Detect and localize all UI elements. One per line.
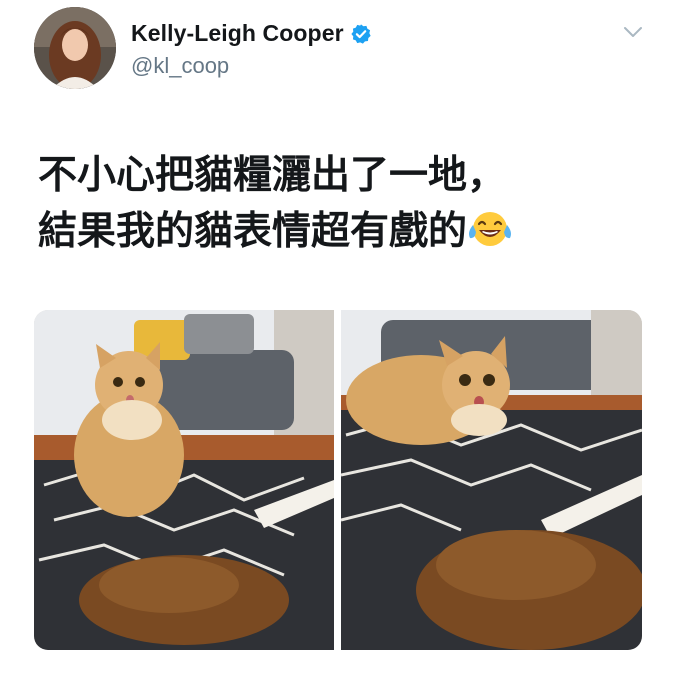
verified-badge-icon bbox=[350, 23, 372, 45]
tears-of-joy-emoji-icon bbox=[467, 208, 513, 248]
avatar[interactable] bbox=[34, 7, 116, 89]
tweet-photo-2[interactable] bbox=[341, 310, 642, 650]
handle[interactable]: @kl_coop bbox=[131, 53, 229, 79]
tweet-text: 不小心把貓糧灑出了一地， 結果我的貓表情超有戲的 bbox=[38, 148, 658, 260]
tweet-photo-1[interactable] bbox=[34, 310, 334, 650]
chevron-down-icon[interactable] bbox=[622, 24, 644, 40]
tweet-text-content: 不小心把貓糧灑出了一地， 結果我的貓表情超有戲的 bbox=[38, 153, 507, 254]
display-name[interactable]: Kelly-Leigh Cooper bbox=[131, 20, 344, 47]
tweet-header: Kelly-Leigh Cooper @kl_coop bbox=[0, 0, 674, 100]
